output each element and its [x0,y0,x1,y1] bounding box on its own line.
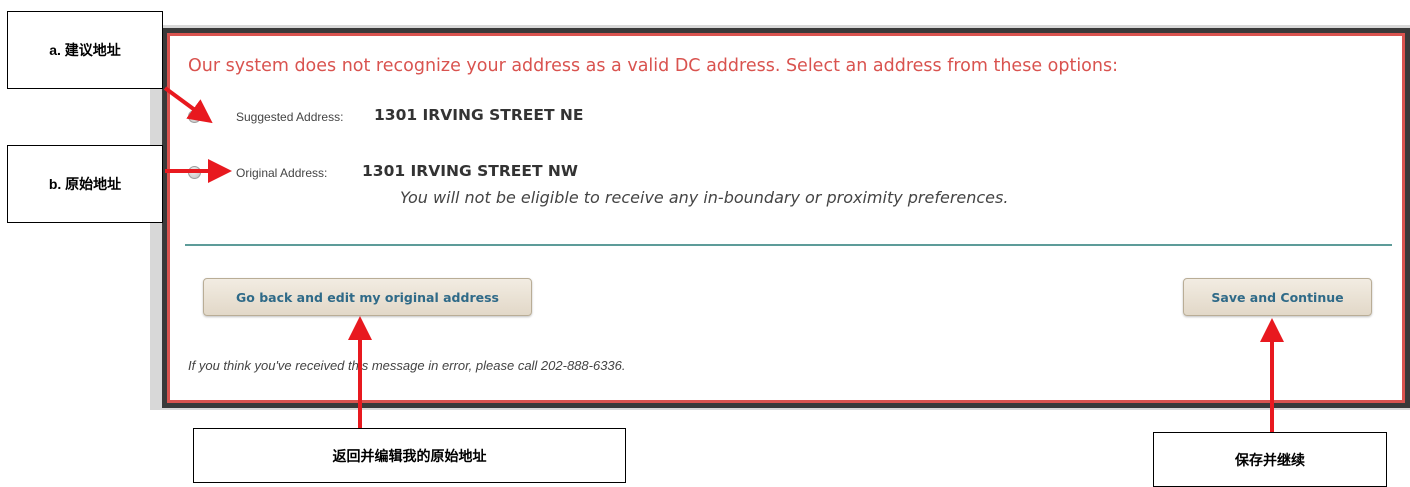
original-address-note: You will not be eligible to receive any … [400,188,1009,207]
error-help-text: If you think you've received this messag… [188,358,626,373]
suggested-address-radio[interactable] [188,110,201,123]
callout-save-continue: 保存并继续 [1153,432,1387,487]
original-address-value: 1301 IRVING STREET NW [362,162,578,180]
suggested-address-value: 1301 IRVING STREET NE [374,106,584,124]
save-and-continue-button[interactable]: Save and Continue [1183,278,1372,316]
callout-go-back: 返回并编辑我的原始地址 [193,428,626,483]
go-back-edit-button[interactable]: Go back and edit my original address [203,278,532,316]
callout-original-address: b. 原始地址 [7,145,163,223]
original-address-radio[interactable] [188,166,201,179]
dialog-heading: Our system does not recognize your addre… [188,56,1118,76]
address-validation-dialog: Our system does not recognize your addre… [167,33,1405,403]
original-address-label: Original Address: [236,166,328,180]
suggested-address-label: Suggested Address: [236,110,344,124]
callout-suggested-address: a. 建议地址 [7,11,163,89]
divider [185,244,1392,246]
